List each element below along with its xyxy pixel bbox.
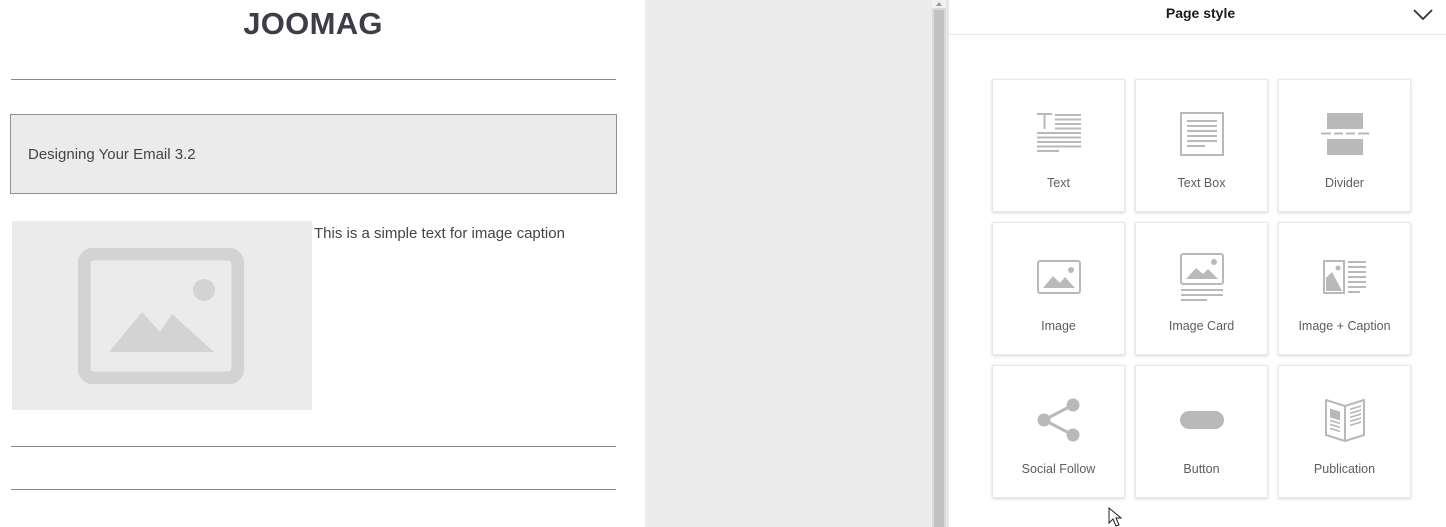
divider-line[interactable] xyxy=(11,446,616,447)
publication-icon xyxy=(1279,394,1410,446)
canvas-gutter xyxy=(645,0,932,527)
image-caption[interactable]: This is a simple text for image caption xyxy=(314,225,565,242)
block-tile-text-box[interactable]: Text Box xyxy=(1135,79,1268,212)
tile-label: Social Follow xyxy=(1021,462,1096,476)
tile-label: Button xyxy=(1183,462,1220,476)
panel-title[interactable]: Page style xyxy=(949,5,1446,21)
block-tile-image-caption[interactable]: Image + Caption xyxy=(1278,222,1411,355)
tile-label: Text Box xyxy=(1177,176,1226,190)
share-icon xyxy=(993,394,1124,446)
button-icon xyxy=(1136,394,1267,446)
text-icon xyxy=(993,108,1124,160)
blocks-panel: Page style Text Text Box Divider Image I… xyxy=(949,0,1446,527)
block-tile-divider[interactable]: Divider xyxy=(1278,79,1411,212)
block-tile-image[interactable]: Image xyxy=(992,222,1125,355)
text-block[interactable]: Designing Your Email 3.2 xyxy=(10,114,617,194)
tile-label: Image Card xyxy=(1168,319,1235,333)
brand-title[interactable]: JOOMAG xyxy=(0,6,626,42)
divider-line[interactable] xyxy=(11,79,616,80)
block-tile-social-follow[interactable]: Social Follow xyxy=(992,365,1125,498)
image-placeholder[interactable] xyxy=(12,221,312,410)
scroll-up-arrow[interactable] xyxy=(932,0,946,8)
block-tile-publication[interactable]: Publication xyxy=(1278,365,1411,498)
block-tile-button[interactable]: Button xyxy=(1135,365,1268,498)
mouse-cursor-icon xyxy=(1108,507,1122,527)
panel-header[interactable]: Page style xyxy=(949,0,1446,35)
divider-line[interactable] xyxy=(11,489,616,490)
scrollbar[interactable] xyxy=(932,0,946,527)
scroll-thumb[interactable] xyxy=(934,10,944,527)
tile-label: Image xyxy=(1041,319,1076,333)
image-placeholder-icon xyxy=(78,248,244,384)
divider-icon xyxy=(1279,108,1410,160)
email-canvas: JOOMAG Designing Your Email 3.2 This is … xyxy=(0,0,645,527)
image-icon xyxy=(993,251,1124,303)
text-box-icon xyxy=(1136,108,1267,160)
chevron-down-icon[interactable] xyxy=(1412,6,1434,22)
tile-label: Publication xyxy=(1313,462,1376,476)
block-tile-image-card[interactable]: Image Card xyxy=(1135,222,1268,355)
tile-label: Text xyxy=(1047,176,1070,190)
image-caption-icon xyxy=(1279,251,1410,303)
block-tile-text[interactable]: Text xyxy=(992,79,1125,212)
image-card-icon xyxy=(1136,251,1267,303)
tile-label: Image + Caption xyxy=(1298,319,1391,333)
tile-label: Divider xyxy=(1325,176,1364,190)
text-block-content[interactable]: Designing Your Email 3.2 xyxy=(28,146,196,163)
